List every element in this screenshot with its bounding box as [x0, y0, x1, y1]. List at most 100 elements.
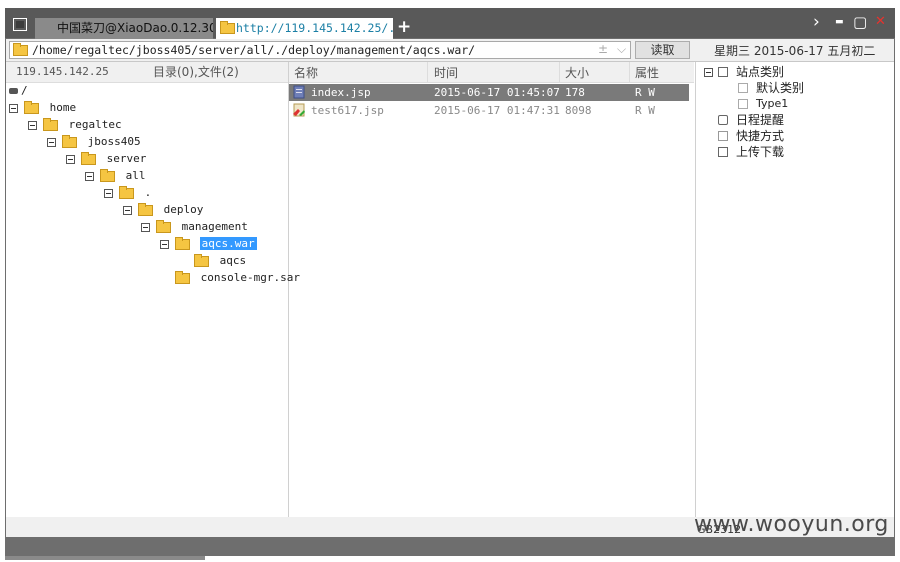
- file-name: index.jsp: [311, 86, 371, 99]
- path-text: /home/regaltec/jboss405/server/all/./dep…: [32, 43, 476, 57]
- column-time[interactable]: 时间: [434, 64, 458, 81]
- collapse-icon[interactable]: [9, 104, 18, 113]
- folder-icon: [138, 202, 153, 216]
- column-divider[interactable]: [559, 62, 560, 82]
- tree-node-home[interactable]: home: [9, 100, 76, 116]
- column-divider[interactable]: [427, 62, 428, 82]
- category-type1-label: Type1: [756, 97, 789, 110]
- new-tab-button[interactable]: +: [397, 17, 411, 37]
- taskbar-strip: [5, 556, 205, 560]
- address-bar: /home/regaltec/jboss405/server/all/./dep…: [6, 39, 894, 62]
- tree-node-label: /: [21, 84, 28, 97]
- path-input[interactable]: /home/regaltec/jboss405/server/all/./dep…: [9, 41, 631, 59]
- tree-node-management[interactable]: management: [141, 219, 248, 235]
- shortcut-label: 快捷方式: [736, 129, 785, 143]
- tree-node-server[interactable]: server: [66, 151, 146, 167]
- column-divider[interactable]: [629, 62, 630, 82]
- hand-icon: [718, 131, 728, 141]
- main-content: /home/regaltec/jboss405/server/all/./dep…: [6, 39, 895, 537]
- folder-icon: [24, 100, 39, 114]
- chevron-right-icon[interactable]: ›: [813, 12, 820, 32]
- jsp-file-icon: [293, 103, 305, 117]
- collapse-icon[interactable]: [704, 68, 713, 77]
- folder-icon: [13, 43, 28, 56]
- directory-tree-panel: 119.145.142.25 目录(0),文件(2) / home regalt…: [6, 62, 300, 535]
- clock-icon: [718, 115, 728, 125]
- dir-file-count: 目录(0),文件(2): [153, 65, 239, 79]
- tree-node-label: jboss405: [87, 135, 141, 148]
- tree-node-label-selected: aqcs.war: [199, 237, 257, 250]
- category-default-label: 默认类别: [756, 81, 805, 95]
- host-label: 119.145.142.25: [16, 65, 109, 78]
- file-list-header: 名称 时间 大小 属性: [289, 62, 694, 83]
- tree-node-label: server: [106, 152, 147, 165]
- tree-node-label: aqcs: [219, 254, 247, 267]
- tree-node-deploy[interactable]: deploy: [123, 202, 203, 218]
- column-size[interactable]: 大小: [565, 64, 589, 81]
- collapse-icon[interactable]: [160, 240, 169, 249]
- page-icon: [738, 99, 748, 109]
- folder-icon: [194, 253, 209, 267]
- tree-node-label: console-mgr.sar: [200, 271, 300, 284]
- tree-node-label: .: [144, 186, 152, 199]
- tree-node-dot[interactable]: .: [104, 185, 151, 201]
- column-name[interactable]: 名称: [294, 64, 318, 81]
- tree-node-console-mgr[interactable]: console-mgr.sar: [175, 270, 300, 286]
- tree-node-regaltec[interactable]: regaltec: [28, 117, 122, 133]
- title-bar: 中国菜刀@XiaoDao.0.12.30 http://119.145.142.…: [5, 8, 895, 39]
- file-attr: R W: [635, 86, 655, 99]
- tree-node-aqcs[interactable]: aqcs: [194, 253, 246, 269]
- collapse-icon[interactable]: [66, 155, 75, 164]
- minimize-icon[interactable]: ▬: [835, 17, 844, 27]
- file-size: 178: [565, 86, 585, 99]
- app-window: 中国菜刀@XiaoDao.0.12.30 http://119.145.142.…: [5, 8, 895, 556]
- maximize-icon[interactable]: ▢: [853, 13, 867, 31]
- tab-remote-host[interactable]: http://119.145.142.25/...: [216, 18, 393, 39]
- upload-download-label: 上传下载: [736, 145, 785, 159]
- tree-node-all[interactable]: all: [85, 168, 146, 184]
- file-time: 2015-06-17 01:47:31: [434, 104, 560, 117]
- tab-caidao[interactable]: 中国菜刀@XiaoDao.0.12.30: [35, 18, 213, 39]
- tab-remote-host-label: http://119.145.142.25/...: [236, 21, 393, 35]
- tree-header: 119.145.142.25 目录(0),文件(2): [6, 62, 288, 83]
- file-time: 2015-06-17 01:45:07: [434, 86, 560, 99]
- file-name: test617.jsp: [311, 104, 384, 117]
- site-category-label: 站点类别: [736, 65, 785, 79]
- folder-icon: [100, 168, 115, 182]
- plus-minus-icon[interactable]: ±: [598, 42, 608, 56]
- tree-node-label: regaltec: [68, 118, 122, 131]
- drive-icon: [9, 88, 18, 94]
- collapse-icon[interactable]: [85, 172, 94, 181]
- page-icon: [738, 83, 748, 93]
- folder-icon: [175, 236, 190, 250]
- collapse-icon[interactable]: [47, 138, 56, 147]
- collapse-icon[interactable]: [104, 189, 113, 198]
- file-attr: R W: [635, 104, 655, 117]
- collapse-icon[interactable]: [28, 121, 37, 130]
- transfer-icon: [718, 147, 728, 157]
- tree-node-label: all: [125, 169, 146, 182]
- jsp-file-icon: [293, 85, 305, 99]
- file-row[interactable]: index.jsp 2015-06-17 01:45:07 178 R W: [289, 84, 689, 101]
- collapse-icon[interactable]: [141, 223, 150, 232]
- tree-node-aqcs-war[interactable]: aqcs.war: [160, 236, 257, 252]
- schedule-label: 日程提醒: [736, 113, 785, 127]
- folder-icon: [220, 21, 235, 34]
- checkbox-icon[interactable]: [718, 67, 728, 77]
- folder-icon: [156, 219, 171, 233]
- file-row[interactable]: test617.jsp 2015-06-17 01:47:31 8098 R W: [289, 102, 689, 119]
- column-attr[interactable]: 属性: [635, 64, 659, 81]
- side-panel: 站点类别 默认类别 Type1 日程提醒 快捷方式 上传下载: [695, 62, 895, 519]
- close-icon[interactable]: ✕: [875, 14, 886, 29]
- collapse-icon[interactable]: [123, 206, 132, 215]
- chevron-down-icon[interactable]: ⌵: [617, 42, 626, 57]
- tree-node-jboss405[interactable]: jboss405: [47, 134, 141, 150]
- tree-node-label: deploy: [163, 203, 204, 216]
- read-button[interactable]: 读取: [635, 41, 690, 59]
- system-menu-icon[interactable]: [13, 18, 27, 31]
- tree-node-root[interactable]: /: [9, 83, 28, 99]
- folder-icon: [62, 134, 77, 148]
- tree-node-label: management: [181, 220, 248, 233]
- folder-icon: [43, 117, 58, 131]
- file-list-panel: 名称 时间 大小 属性 index.jsp 2015-06-17 01:45:0…: [289, 62, 694, 532]
